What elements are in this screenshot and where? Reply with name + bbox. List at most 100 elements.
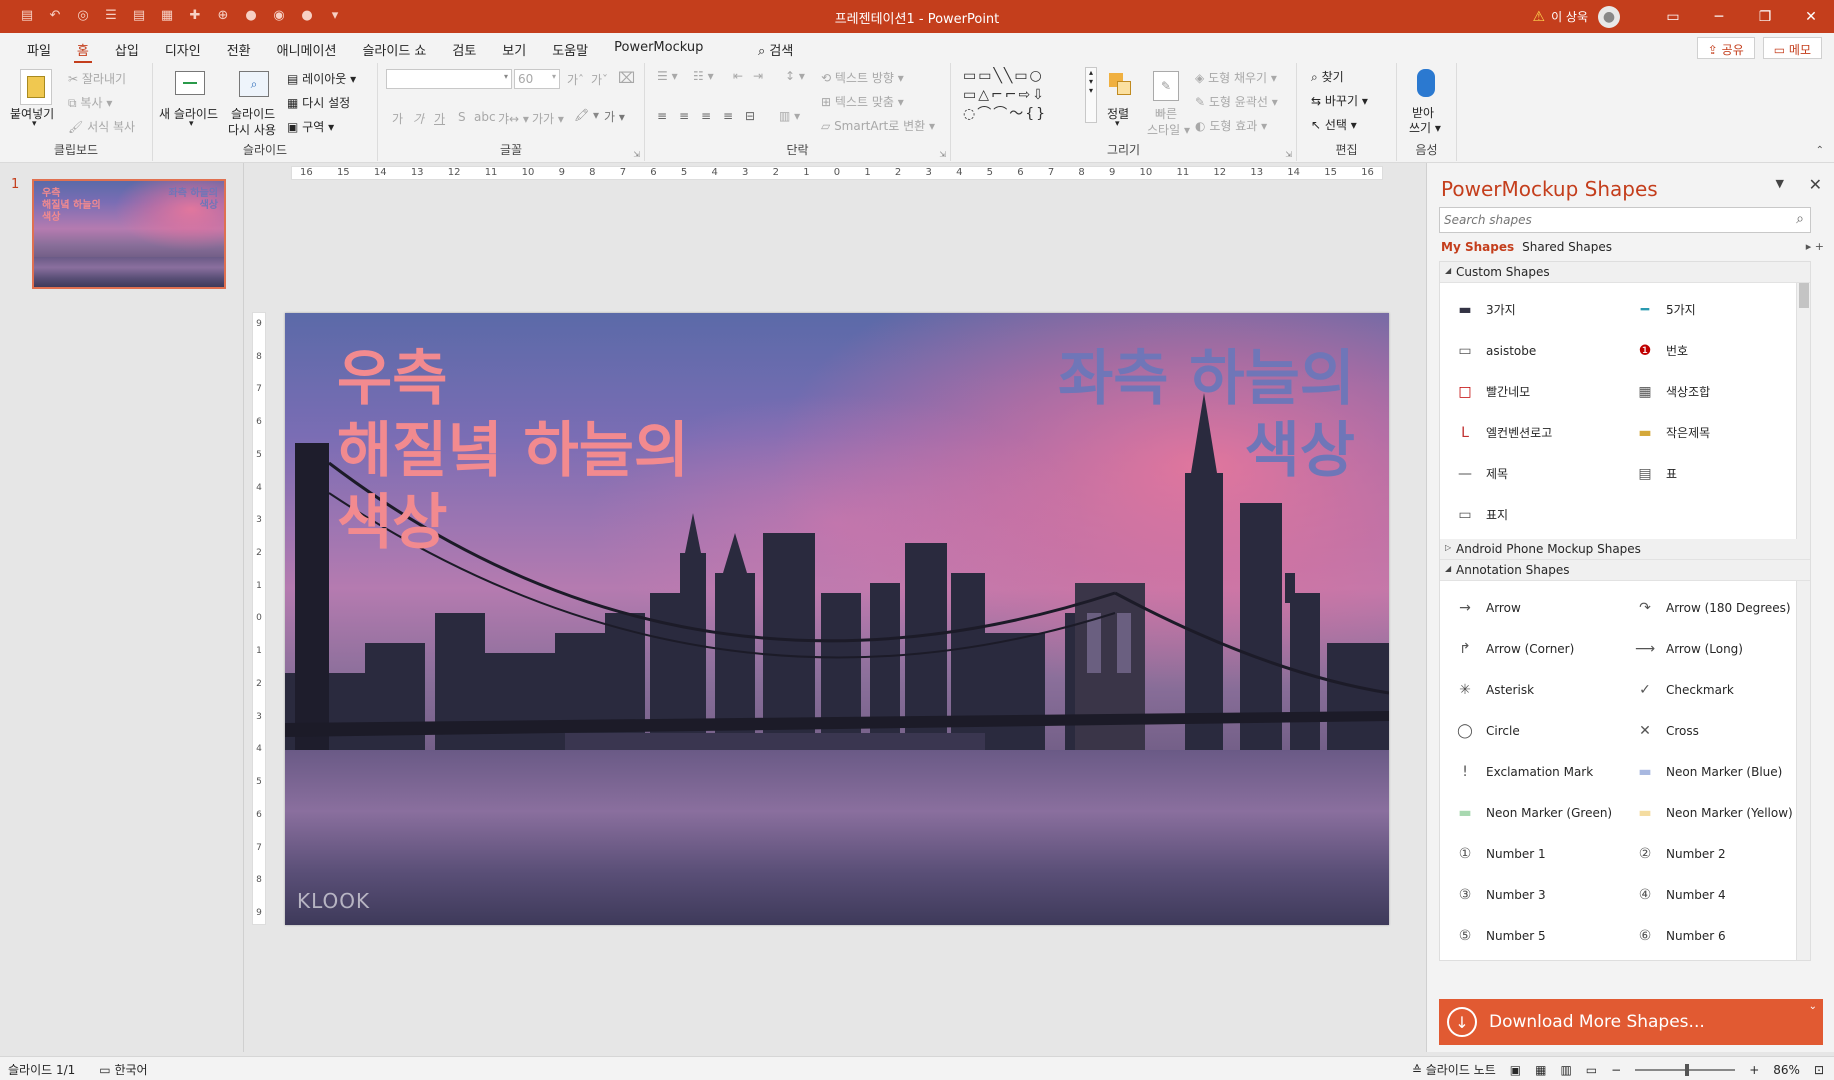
shape-item[interactable]: ⑧Number 8 [1620, 956, 1800, 960]
font-dialog-launcher-icon[interactable]: ⇲ [633, 150, 640, 159]
new-slide-dropdown-icon[interactable]: ▾ [189, 119, 194, 129]
tab-scroll-icon[interactable]: ▸ [1806, 240, 1812, 253]
reuse-slides-button[interactable]: 슬라이드 [231, 105, 275, 122]
slide-sorter-icon[interactable]: ▦ [1535, 1063, 1546, 1077]
section-header[interactable]: ◢ Custom Shapes [1440, 262, 1810, 283]
slideshow-icon[interactable]: ▭ [1586, 1063, 1597, 1077]
shape-item[interactable]: ▬ Neon Marker (Green) [1440, 792, 1620, 833]
spacing-icon[interactable]: 갸↔ ▾ [498, 110, 529, 127]
smartart-button[interactable]: ▱ SmartArt로 변환 ▾ [821, 117, 935, 134]
strikethrough-icon[interactable]: abc [474, 110, 496, 124]
close-window-button[interactable]: ✕ [1788, 0, 1834, 33]
arrange-dropdown-icon[interactable]: ▾ [1115, 119, 1120, 129]
shape-item[interactable]: — 제목 [1440, 453, 1620, 494]
columns-icon[interactable]: ▥ ▾ [779, 109, 800, 123]
zoom-slider-knob[interactable] [1685, 1063, 1690, 1076]
align-left-icon[interactable]: ≡ [657, 109, 667, 123]
reset-button[interactable]: ▦ 다시 설정 [287, 94, 350, 111]
shape-item[interactable]: ▭ 표지 [1440, 494, 1620, 535]
tab-my-shapes[interactable]: My Shapes [1441, 240, 1514, 254]
normal-view-icon[interactable]: ▣ [1510, 1063, 1521, 1077]
shadow-icon[interactable]: S [458, 110, 466, 124]
shape-item[interactable]: ⑤ Number 5 [1440, 915, 1620, 956]
download-more-shapes-button[interactable]: ↓ Download More Shapes... ⌄ [1439, 999, 1823, 1045]
section-header[interactable]: ▷ Android Phone Mockup Shapes [1440, 539, 1810, 560]
decrease-indent-icon[interactable]: ⇤ [733, 69, 743, 83]
shape-item[interactable]: ⟶ Arrow (Long) [1620, 628, 1800, 669]
shape-item[interactable]: ② Number 2 [1620, 833, 1800, 874]
notes-button[interactable]: ≙ 슬라이드 노트 [1412, 1061, 1496, 1078]
format-painter-button[interactable]: 🖌 서식 복사 [68, 118, 135, 135]
slide-thumbnail[interactable]: 우측 해질녘 하늘의 색상 좌측 하늘의 색상 [32, 179, 226, 289]
paste-dropdown-icon[interactable]: ▾ [32, 119, 37, 129]
tab-1[interactable]: 홈 [64, 40, 102, 64]
shape-item[interactable]: ❶ 번호 [1620, 330, 1800, 371]
shape-item[interactable]: ▬ 3가지 [1440, 289, 1620, 330]
clear-format-icon[interactable]: ⌧ [618, 69, 635, 87]
search-icon[interactable]: ⌕ [1796, 211, 1804, 227]
section-button[interactable]: ▣ 구역 ▾ [287, 118, 334, 135]
shape-item[interactable]: → Arrow [1440, 587, 1620, 628]
tab-0[interactable]: 파일 [14, 40, 64, 62]
drawing-dialog-launcher-icon[interactable]: ⇲ [1285, 150, 1292, 159]
layout-button[interactable]: ▤ 레이아웃 ▾ [287, 70, 356, 87]
shape-item[interactable]: ▦ 색상조합 [1620, 371, 1800, 412]
minimize-button[interactable]: ─ [1696, 0, 1742, 33]
quick-styles-label-2[interactable]: 스타일 ▾ [1147, 121, 1190, 138]
shape-effects-button[interactable]: ◐ 도형 효과 ▾ [1195, 117, 1267, 134]
reading-view-icon[interactable]: ▥ [1560, 1063, 1571, 1077]
shape-item[interactable]: ! Exclamation Mark [1440, 751, 1620, 792]
vertical-ruler[interactable]: 9 8 7 6 5 4 3 2 1 0 1 2 3 4 5 6 7 8 9 [252, 312, 266, 925]
zoom-out-icon[interactable]: − [1611, 1063, 1621, 1077]
slide-right-title[interactable]: 좌측 하늘의 색상 [1058, 343, 1355, 487]
collapse-ribbon-icon[interactable]: ⌃ [1816, 145, 1824, 156]
shape-item[interactable]: ✕ Cross [1620, 710, 1800, 751]
tab-2[interactable]: 삽입 [102, 40, 152, 62]
tab-8[interactable]: 보기 [489, 40, 539, 62]
tab-4[interactable]: 전환 [214, 40, 264, 62]
pane-close-icon[interactable]: ✕ [1809, 175, 1822, 194]
reuse-slides-label-2[interactable]: 다시 사용 [228, 121, 276, 138]
font-color-icon[interactable]: 가 ▾ [604, 108, 625, 125]
shrink-font-icon[interactable]: 가ˇ [591, 71, 608, 88]
zoom-in-icon[interactable]: + [1749, 1063, 1759, 1077]
underline-icon[interactable]: 가 [434, 110, 445, 127]
shapes-gallery[interactable]: ▭▭╲╲▭○ ▭△⌐⌐⇨⇩ ◌⌒⌒〜{} [963, 67, 1091, 125]
shape-item[interactable]: ⑦Number 7 [1440, 956, 1620, 960]
avatar[interactable]: ● [1598, 5, 1620, 28]
bullets-icon[interactable]: ☰ ▾ [657, 69, 678, 83]
tab-3[interactable]: 디자인 [152, 40, 214, 62]
increase-indent-icon[interactable]: ⇥ [753, 69, 763, 83]
restore-button[interactable]: ❐ [1742, 0, 1788, 33]
text-direction-button[interactable]: ⟲ 텍스트 방향 ▾ [821, 69, 904, 86]
shape-search-input[interactable] [1440, 208, 1770, 232]
grow-font-icon[interactable]: 가ˆ [567, 71, 584, 88]
horizontal-ruler[interactable]: 16 15 14 13 12 11 10 9 8 7 6 5 4 3 2 1 0 1 2 3 4 5 6 7 8 9 10 11 12 1… [291, 166, 1383, 180]
add-library-icon[interactable]: + [1815, 240, 1824, 253]
cut-button[interactable]: ✂ 잘라내기 [68, 70, 126, 87]
tab-9[interactable]: 도움말 [539, 40, 601, 62]
font-size-select[interactable]: 60 ▾ [514, 69, 560, 89]
tab-7[interactable]: 검토 [439, 40, 489, 62]
bold-icon[interactable]: 가 [392, 110, 403, 127]
quick-styles-button[interactable]: 빠른 [1155, 105, 1177, 122]
align-center-icon[interactable]: ≡ [679, 109, 689, 123]
distribute-icon[interactable]: ⊟ [745, 109, 755, 123]
tab-6[interactable]: 슬라이드 쇼 [349, 40, 439, 62]
tab-10[interactable]: PowerMockup [601, 40, 716, 62]
line-spacing-icon[interactable]: ↕ ▾ [785, 69, 805, 83]
italic-icon[interactable]: 가 [413, 110, 424, 127]
pane-options-icon[interactable]: ▼ [1776, 177, 1784, 190]
shape-item[interactable]: ↷ Arrow (180 Degrees) [1620, 587, 1800, 628]
fit-to-window-icon[interactable]: ⊡ [1814, 1063, 1824, 1077]
tab-5[interactable]: 애니메이션 [264, 40, 350, 62]
shape-item[interactable]: ↱ Arrow (Corner) [1440, 628, 1620, 669]
shape-item[interactable]: ✓ Checkmark [1620, 669, 1800, 710]
tell-me-search[interactable]: ⌕ 검색 [758, 40, 793, 59]
shape-item[interactable]: ▤ 표 [1620, 453, 1800, 494]
shape-outline-button[interactable]: ✎ 도형 윤곽선 ▾ [1195, 93, 1278, 110]
share-button[interactable]: ⇪ 공유 [1696, 37, 1755, 59]
zoom-level[interactable]: 86% [1773, 1063, 1800, 1077]
shape-item[interactable]: ✳ Asterisk [1440, 669, 1620, 710]
shapes-gallery-scroll[interactable]: ▴ ▾ ▾ [1085, 67, 1097, 123]
